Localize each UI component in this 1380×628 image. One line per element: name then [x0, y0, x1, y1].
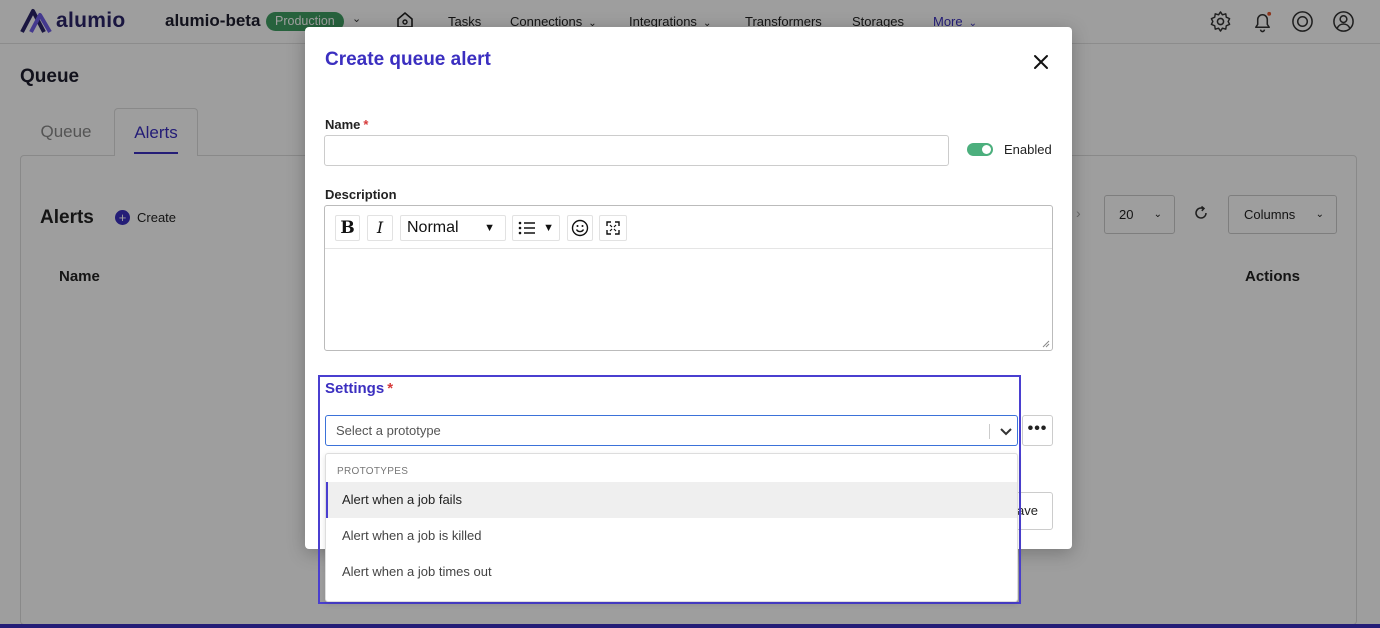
fullscreen-expand-icon: [606, 221, 620, 235]
close-icon[interactable]: [1031, 52, 1051, 72]
enabled-toggle[interactable]: [967, 143, 993, 156]
caret-down-icon: ▼: [484, 222, 495, 234]
name-input[interactable]: [324, 135, 949, 166]
name-label-text: Name: [325, 117, 361, 132]
required-asterisk: *: [387, 380, 394, 397]
emoji-button[interactable]: [567, 215, 593, 241]
toggle-knob: [982, 145, 991, 154]
emoji-smiley-icon: [571, 219, 589, 237]
bulleted-list-icon: [518, 221, 535, 235]
settings-field-label: Settings *: [325, 380, 393, 397]
editor-toolbar: B I Normal ▼ ▼: [325, 206, 1052, 249]
name-field-label: Name *: [325, 117, 368, 132]
prototype-dropdown-menu: PROTOTYPES Alert when a job fails Alert …: [325, 453, 1018, 602]
dropdown-group-label: PROTOTYPES: [337, 466, 409, 477]
select-separator: [989, 424, 990, 439]
enabled-label: Enabled: [1004, 142, 1052, 157]
more-options-button[interactable]: •••: [1022, 415, 1053, 446]
caret-down-icon: ▼: [543, 222, 554, 234]
settings-label-text: Settings: [325, 380, 385, 397]
dropdown-option[interactable]: Alert when a job fails: [326, 482, 1017, 518]
description-field-label: Description: [325, 187, 397, 202]
list-button[interactable]: ▼: [512, 215, 560, 241]
fullscreen-button[interactable]: [599, 215, 627, 241]
description-editor[interactable]: B I Normal ▼ ▼: [324, 205, 1053, 351]
required-asterisk: *: [363, 117, 369, 132]
dropdown-option[interactable]: Alert when a job is killed: [326, 518, 1017, 554]
bold-button[interactable]: B: [335, 215, 360, 241]
text-format-select[interactable]: Normal ▼: [400, 215, 506, 241]
text-format-value: Normal: [407, 219, 459, 236]
chevron-down-icon[interactable]: [998, 423, 1014, 439]
dialog-title: Create queue alert: [325, 49, 491, 70]
prototype-select[interactable]: Select a prototype: [325, 415, 1018, 446]
dropdown-option[interactable]: Alert when a job times out: [326, 554, 1017, 590]
resize-grip-icon[interactable]: [1041, 339, 1050, 348]
prototype-select-placeholder: Select a prototype: [336, 423, 441, 438]
italic-button[interactable]: I: [367, 215, 393, 241]
